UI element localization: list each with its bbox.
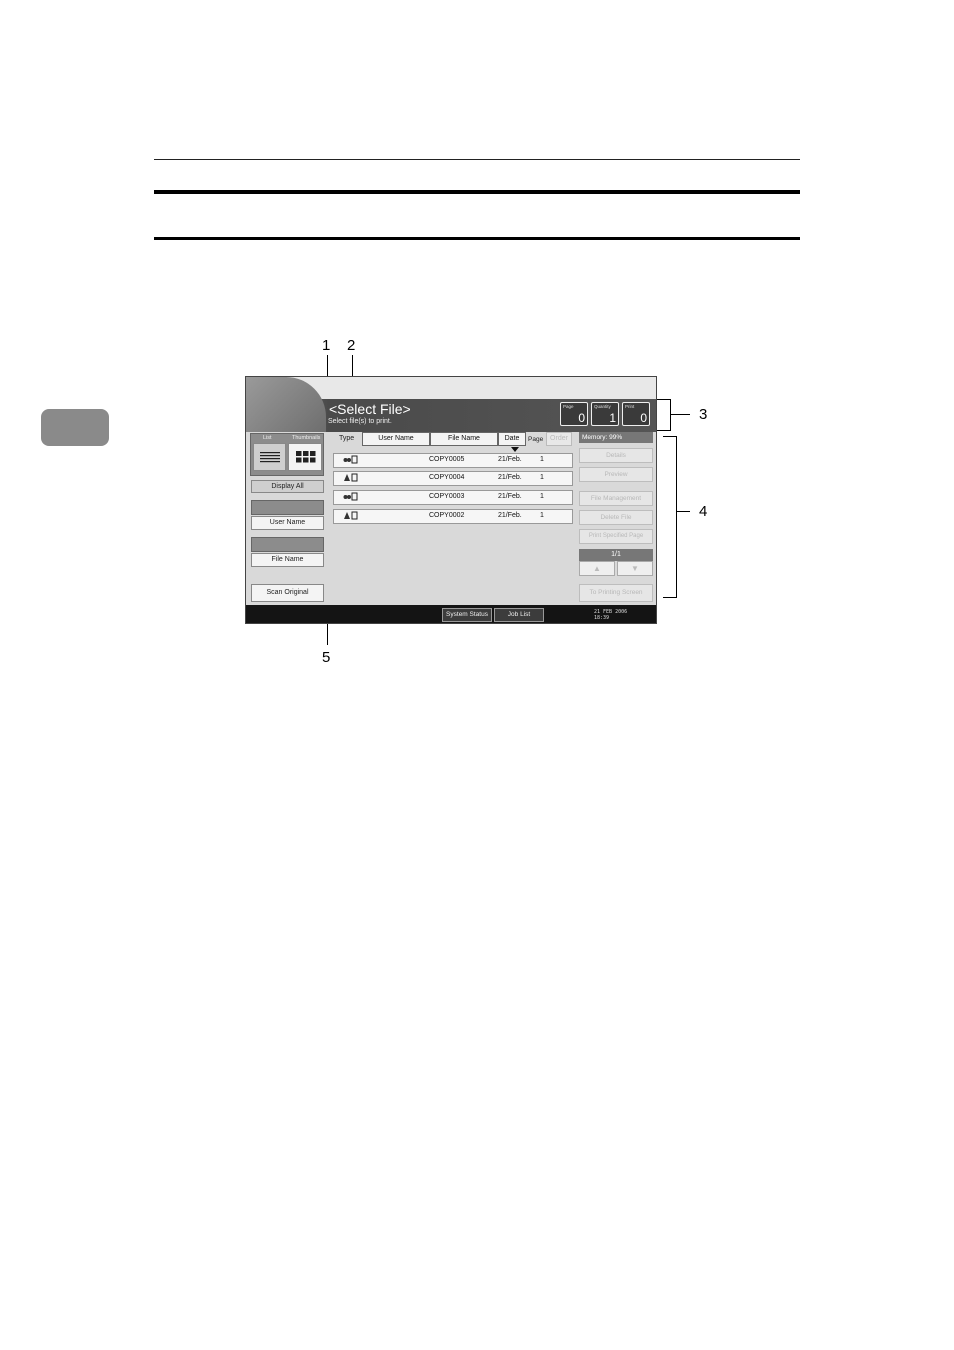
details-button[interactable]: Details [579, 448, 653, 463]
system-status-button[interactable]: System Status [442, 608, 492, 622]
header-rule-thick [154, 190, 800, 194]
user-name-field [251, 500, 324, 515]
control-panel-screen: <Select File> Select file(s) to print. P… [245, 376, 657, 624]
thumbnails-view-label: Thumbnails [292, 435, 321, 441]
grid-icon [296, 451, 316, 463]
file-row[interactable]: COPY0004 21/Feb. 1 [333, 471, 573, 486]
print-counter: Print 0 [622, 402, 650, 426]
arrow-down-icon: ▼ [631, 564, 639, 573]
delete-file-button[interactable]: Delete File [579, 510, 653, 525]
page-counter: Page 0 [560, 402, 588, 426]
callout-3-bracket [670, 399, 671, 431]
memory-indicator: Memory: 99% [579, 432, 653, 443]
callout-3-bracket-top [657, 399, 671, 400]
chapter-tab [41, 409, 109, 446]
file-name-field [251, 537, 324, 552]
page-column-label: Page [528, 436, 544, 443]
order-button[interactable]: Order [546, 432, 572, 446]
callout-4-bracket [676, 436, 677, 598]
screen-title: <Select File> [329, 401, 411, 417]
page-up-button[interactable]: ▲ [579, 561, 615, 576]
user-name-button[interactable]: User Name [251, 516, 324, 530]
file-name-button[interactable]: File Name [251, 553, 324, 567]
network-doc-icon [343, 473, 359, 484]
job-list-button[interactable]: Job List [494, 608, 544, 622]
scan-original-button[interactable]: Scan Original [251, 584, 324, 602]
callout-4-line [676, 511, 690, 512]
user-name-column-button[interactable]: User Name [362, 432, 430, 446]
quantity-counter: Quantity 1 [591, 402, 619, 426]
callout-4-bracket-bottom [663, 597, 677, 598]
callout-4: 4 [699, 503, 708, 520]
callout-5: 5 [322, 649, 331, 666]
users-doc-icon [343, 455, 359, 466]
display-all-button[interactable]: Display All [251, 480, 324, 493]
screen-subtitle: Select file(s) to print. [328, 418, 392, 425]
callout-4-bracket-top [663, 436, 677, 437]
network-doc-icon [343, 511, 359, 522]
status-bar: System Status Job List 21 FEB 2006 18:39 [246, 605, 656, 623]
callout-1: 1 [322, 337, 331, 354]
file-row[interactable]: COPY0005 21/Feb. 1 [333, 453, 573, 468]
callout-3-bracket-bottom [657, 430, 671, 431]
callout-3-line [670, 414, 690, 415]
page-down-button[interactable]: ▼ [617, 561, 653, 576]
preview-button[interactable]: Preview [579, 467, 653, 482]
to-printing-screen-button[interactable]: To Printing Screen [579, 584, 653, 602]
date-time-display: 21 FEB 2006 18:39 [594, 609, 628, 621]
type-column-label: Type [339, 435, 355, 442]
callout-3: 3 [699, 406, 708, 423]
file-management-button[interactable]: File Management [579, 491, 653, 506]
header-rule-thin [154, 159, 800, 160]
file-row[interactable]: COPY0003 21/Feb. 1 [333, 490, 573, 505]
file-row[interactable]: COPY0002 21/Feb. 1 [333, 509, 573, 524]
file-name-column-button[interactable]: File Name [430, 432, 498, 446]
callout-2: 2 [347, 337, 356, 354]
thumbnails-view-button[interactable] [288, 443, 322, 471]
list-icon [260, 452, 280, 463]
list-view-button[interactable] [253, 443, 286, 471]
date-column-button[interactable]: Date [498, 432, 526, 446]
section-rule [154, 237, 800, 240]
print-specified-page-button[interactable]: Print Specified Page [579, 529, 653, 544]
sort-down-icon [511, 447, 519, 452]
arrow-up-icon: ▲ [593, 564, 601, 573]
users-doc-icon [343, 492, 359, 503]
page-indicator: 1/1 [579, 549, 653, 561]
list-view-label: List [263, 435, 272, 441]
